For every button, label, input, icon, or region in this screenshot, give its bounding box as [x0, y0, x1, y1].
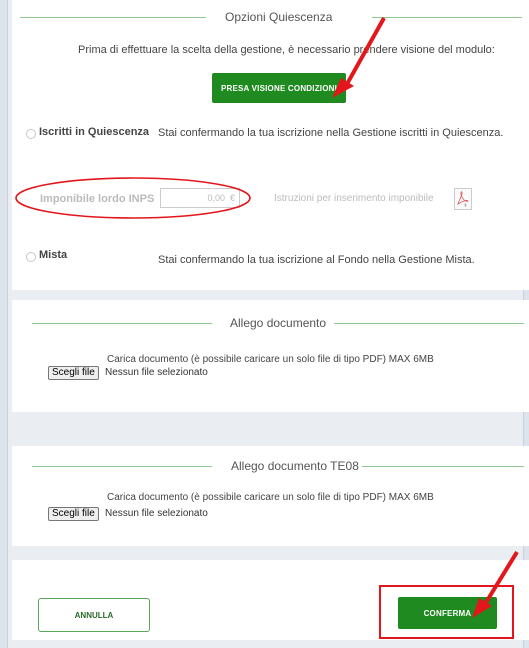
- option-quiescenza-label: Iscritti in Quiescenza: [39, 126, 150, 138]
- annulla-button[interactable]: ANNULLA: [38, 598, 150, 632]
- allego-documento-te08-panel: Allego documento TE08 Carica documento (…: [12, 446, 529, 546]
- radio-mista[interactable]: [26, 252, 36, 262]
- legend-line-right: [362, 466, 524, 467]
- conferma-button[interactable]: CONFERMA: [398, 597, 497, 629]
- options-legend-title: Opzioni Quiescenza: [225, 10, 333, 24]
- file-status: Nessun file selezionato: [105, 367, 208, 378]
- euro-symbol: €: [230, 193, 236, 203]
- file-status: Nessun file selezionato: [105, 508, 208, 519]
- conditions-notice: Prima di effettuare la scelta della gest…: [78, 44, 495, 56]
- options-legend: Opzioni Quiescenza: [12, 8, 529, 26]
- pdf-icon[interactable]: [454, 188, 472, 210]
- scegli-file-button[interactable]: Scegli file: [48, 507, 99, 521]
- pdf-icon-graphic: [457, 191, 469, 207]
- scegli-file-button[interactable]: Scegli file: [48, 366, 99, 380]
- options-panel: Opzioni Quiescenza Prima di effettuare l…: [12, 0, 529, 290]
- legend-line-right: [334, 323, 524, 324]
- imponibile-input[interactable]: [160, 188, 240, 208]
- option-mista-description: Stai confermando la tua iscrizione al Fo…: [158, 254, 475, 266]
- imponibile-instructions: Istruzioni per inserimento imponibile: [274, 193, 434, 204]
- allego-te08-legend: Allego documento TE08: [12, 457, 529, 475]
- imponibile-label: Imponibile lordo INPS: [40, 193, 155, 205]
- legend-line-left: [32, 466, 212, 467]
- upload-instructions: Carica documento (è possibile caricare u…: [107, 354, 434, 365]
- legend-line-left: [20, 17, 206, 18]
- radio-quiescenza[interactable]: [26, 129, 36, 139]
- option-mista-label: Mista: [39, 249, 68, 261]
- allego-legend: Allego documento: [12, 314, 529, 332]
- option-quiescenza-description: Stai confermando la tua iscrizione nella…: [158, 127, 504, 139]
- presa-visione-condizioni-button[interactable]: PRESA VISIONE CONDIZIONI: [212, 73, 346, 103]
- allego-documento-panel: Allego documento Carica documento (è pos…: [12, 300, 529, 412]
- page-edge-left: [0, 0, 8, 648]
- allego-legend-title: Allego documento: [230, 316, 327, 330]
- legend-line-left: [32, 323, 212, 324]
- upload-instructions: Carica documento (è possibile caricare u…: [107, 492, 434, 503]
- footer-panel: ANNULLA CONFERMA: [12, 560, 529, 640]
- allego-te08-legend-title: Allego documento TE08: [231, 459, 359, 473]
- legend-line-right: [372, 17, 522, 18]
